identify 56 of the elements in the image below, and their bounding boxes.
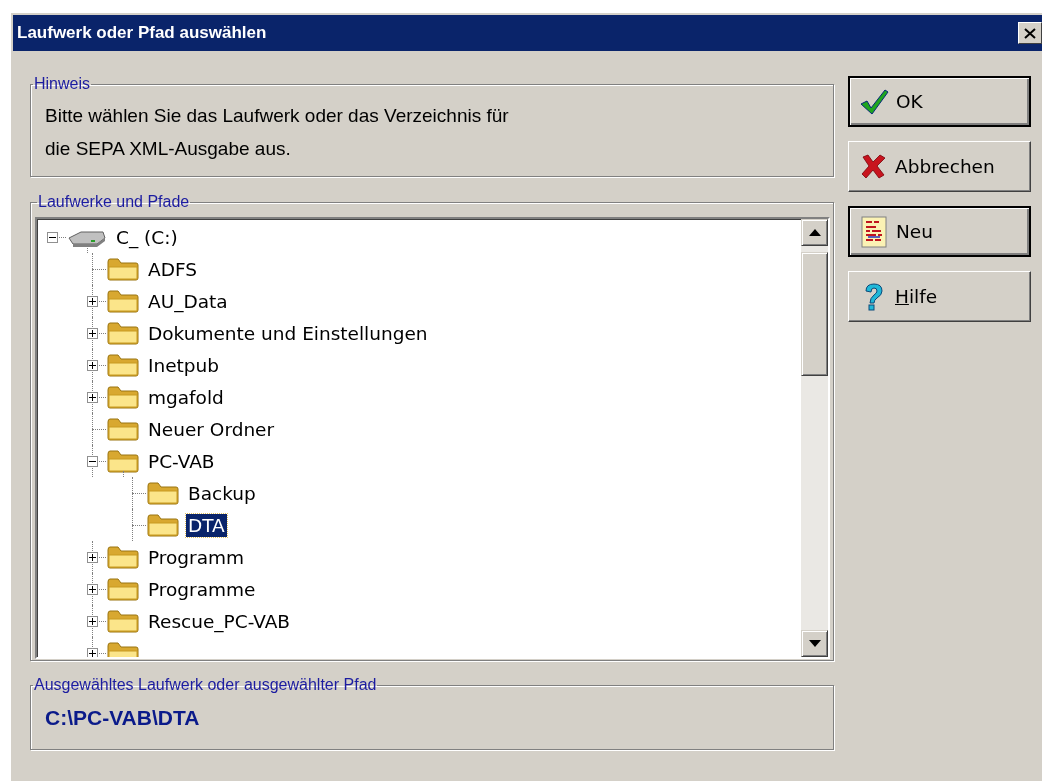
- folder-item[interactable]: ADFS: [146, 257, 199, 281]
- group-legend: Ausgewähltes Laufwerk oder ausgewählter Pfad: [33, 676, 378, 694]
- folder-icon: [146, 512, 180, 538]
- folder-item[interactable]: AU_Data: [146, 289, 230, 313]
- scroll-up-button[interactable]: [801, 219, 828, 246]
- expand-icon[interactable]: [86, 615, 98, 627]
- help-button[interactable]: Hilfe: [848, 271, 1031, 322]
- drive-item[interactable]: C_ (C:): [114, 225, 180, 249]
- folder-icon: [106, 416, 140, 442]
- hint-text: Bitte wählen Sie das Laufwerk oder das Verzeichnis für die SEPA XML-Ausgabe aus.: [44, 104, 509, 161]
- folder-item[interactable]: Backup: [186, 481, 258, 505]
- expand-icon[interactable]: [86, 295, 98, 307]
- expand-icon[interactable]: [86, 359, 98, 371]
- cross-icon: [859, 153, 887, 180]
- folder-icon: [146, 480, 180, 506]
- cancel-button[interactable]: Abbrechen: [848, 141, 1031, 192]
- ok-button[interactable]: OK: [848, 76, 1031, 127]
- list-document-icon: [861, 215, 887, 248]
- group-legend: Laufwerke und Pfade: [37, 193, 191, 211]
- folder-icon: [106, 576, 140, 602]
- folder-icon: [106, 608, 140, 634]
- expand-icon[interactable]: [86, 647, 98, 657]
- collapse-icon[interactable]: [86, 455, 98, 467]
- up-arrow-icon: [808, 229, 821, 236]
- folder-item[interactable]: Programme: [146, 577, 258, 601]
- folder-item[interactable]: PC-VAB: [146, 449, 217, 473]
- folder-icon: [106, 384, 140, 410]
- folder-item[interactable]: Dokumente und Einstellungen: [146, 321, 430, 345]
- close-button[interactable]: [1018, 22, 1042, 44]
- collapse-icon[interactable]: [46, 231, 58, 243]
- folder-icon: [106, 288, 140, 314]
- selected-path-text: C:\PC-VAB\DTA: [44, 705, 200, 730]
- expand-icon[interactable]: [86, 551, 98, 563]
- expand-icon[interactable]: [86, 583, 98, 595]
- folder-icon: [106, 352, 140, 378]
- scroll-thumb[interactable]: [801, 252, 828, 376]
- window-title: Laufwerk oder Pfad auswählen: [17, 23, 268, 43]
- folder-item[interactable]: DTA: [186, 513, 227, 537]
- expand-icon[interactable]: [86, 327, 98, 339]
- down-arrow-icon: [808, 640, 821, 647]
- folder-icon: [106, 544, 140, 570]
- folder-item[interactable]: mgafold: [146, 385, 226, 409]
- vertical-scrollbar[interactable]: [801, 219, 828, 657]
- folder-icon: [106, 320, 140, 346]
- folder-item[interactable]: Neuer Ordner: [146, 417, 277, 441]
- folder-item[interactable]: Rescue_PC-VAB: [146, 609, 293, 633]
- new-button[interactable]: Neu: [848, 206, 1031, 257]
- group-legend: Hinweis: [33, 75, 91, 93]
- expand-icon[interactable]: [86, 391, 98, 403]
- folder-item[interactable]: Programm: [146, 545, 247, 569]
- folder-icon: [106, 256, 140, 282]
- folder-icon: [106, 448, 140, 474]
- folder-item[interactable]: Inetpub: [146, 353, 222, 377]
- close-icon: [1024, 27, 1036, 39]
- checkmark-icon: [859, 87, 889, 116]
- scroll-down-button[interactable]: [801, 630, 828, 657]
